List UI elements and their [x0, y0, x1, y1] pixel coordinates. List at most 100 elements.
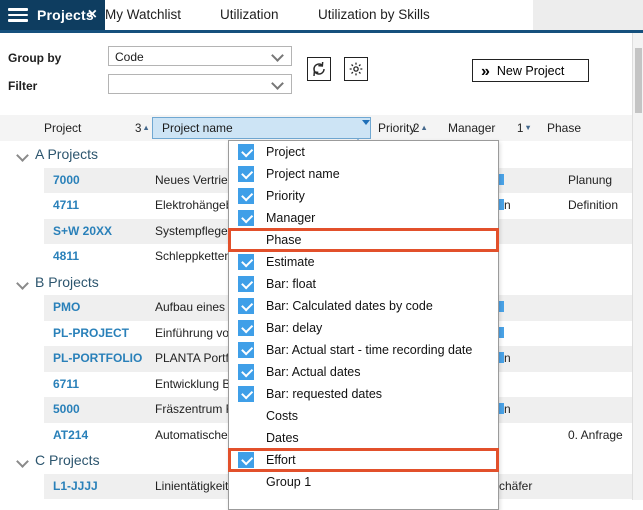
- project-name-cell: PLANTA Portfo: [155, 346, 235, 372]
- tab-utilization-by-skills[interactable]: Utilization by Skills: [318, 0, 430, 30]
- checkbox-checked-icon[interactable]: [238, 320, 254, 336]
- checkbox-checked-icon[interactable]: [238, 386, 254, 402]
- checkbox-checked-icon[interactable]: [238, 166, 254, 182]
- column-header-priority[interactable]: Priority: [378, 115, 415, 141]
- gear-icon: [348, 61, 364, 77]
- checkbox-checked-icon[interactable]: [238, 254, 254, 270]
- column-header-project[interactable]: Project: [44, 115, 81, 141]
- column-menu-item[interactable]: Bar: requested dates: [229, 383, 498, 405]
- filter-select[interactable]: [108, 74, 292, 94]
- checkbox-checked-icon[interactable]: [238, 188, 254, 204]
- column-header-phase[interactable]: Phase: [547, 115, 581, 141]
- column-menu-item-label: Project: [266, 141, 305, 163]
- tab-my-watchlist[interactable]: My Watchlist: [105, 0, 181, 30]
- column-menu-item[interactable]: Group 1: [229, 471, 498, 493]
- column-menu-item-label: Project name: [266, 163, 340, 185]
- column-header-manager[interactable]: Manager: [448, 115, 495, 141]
- checkbox-unchecked[interactable]: [238, 408, 254, 424]
- new-project-button[interactable]: »New Project: [472, 59, 589, 82]
- chevron-down-icon[interactable]: [16, 149, 29, 162]
- column-header-project-name-selected[interactable]: Project name: [152, 117, 371, 139]
- column-menu-item[interactable]: Project: [229, 141, 498, 163]
- project-name-cell: Einführung von: [155, 321, 236, 347]
- column-menu-item[interactable]: Bar: Calculated dates by code: [229, 295, 498, 317]
- column-menu-item[interactable]: Manager: [229, 207, 498, 229]
- sort-indicator-manager[interactable]: 1▼: [517, 115, 532, 142]
- close-tab-icon[interactable]: ×: [88, 0, 97, 29]
- tab-projects-label: Projects: [37, 0, 94, 30]
- project-name-cell: Fräszentrum F: [155, 397, 233, 423]
- column-menu-item[interactable]: Dates: [229, 427, 498, 449]
- tabbar-underline: [0, 30, 643, 33]
- column-menu-item[interactable]: Project name: [229, 163, 498, 185]
- double-chevron-icon: »: [481, 63, 490, 80]
- chevron-down-icon[interactable]: [16, 455, 29, 468]
- refresh-icon: [311, 61, 327, 77]
- project-code-link[interactable]: AT214: [53, 423, 88, 449]
- group-by-value: Code: [115, 50, 144, 64]
- manager-cell-fragment: [499, 321, 504, 347]
- project-code-link[interactable]: S+W 20XX: [53, 219, 112, 245]
- checkbox-unchecked[interactable]: [238, 430, 254, 446]
- column-menu-item[interactable]: Bar: delay: [229, 317, 498, 339]
- project-code-link[interactable]: 4711: [53, 193, 79, 219]
- project-name-cell: Aufbau eines P: [155, 295, 236, 321]
- project-code-link[interactable]: L1-JJJJ: [53, 474, 98, 500]
- group-by-select[interactable]: Code: [108, 46, 292, 66]
- column-menu-item[interactable]: Bar: Actual start - time recording date: [229, 339, 498, 361]
- refresh-button[interactable]: [307, 57, 331, 81]
- manager-link-fragment: [499, 352, 504, 363]
- column-menu-item[interactable]: Bar: float: [229, 273, 498, 295]
- column-menu-item-label: Dates: [266, 427, 299, 449]
- project-code-link[interactable]: PL-PROJECT: [53, 321, 129, 347]
- checkbox-checked-icon[interactable]: [238, 276, 254, 292]
- manager-link-fragment: [499, 327, 504, 338]
- manager-link-fragment: [499, 301, 504, 312]
- group-label: A Projects: [35, 142, 98, 168]
- column-menu-item[interactable]: Bar: Actual dates: [229, 361, 498, 383]
- sort-asc-icon: ▲: [142, 123, 149, 132]
- project-code-link[interactable]: 7000: [53, 168, 80, 194]
- project-code-link[interactable]: PL-PORTFOLIO: [53, 346, 142, 372]
- column-menu-item-label: Bar: float: [266, 273, 316, 295]
- column-menu-item[interactable]: Priority: [229, 185, 498, 207]
- project-code-link[interactable]: 5000: [53, 397, 80, 423]
- project-code-link[interactable]: 6711: [53, 372, 79, 398]
- manager-cell-fragment: chäfer: [499, 474, 532, 500]
- phase-cell: 0. Anfrage: [568, 423, 623, 449]
- sort-both-icon[interactable]: [354, 122, 363, 134]
- group-label: C Projects: [35, 448, 100, 474]
- checkbox-checked-icon[interactable]: [238, 298, 254, 314]
- column-menu-item-label: Manager: [266, 207, 315, 229]
- checkbox-checked-icon[interactable]: [238, 364, 254, 380]
- project-code-link[interactable]: PMO: [53, 295, 80, 321]
- column-menu-item-label: Bar: requested dates: [266, 383, 382, 405]
- checkbox-unchecked[interactable]: [238, 232, 254, 248]
- project-code-link[interactable]: 4811: [53, 244, 79, 270]
- chevron-down-icon[interactable]: [16, 277, 29, 290]
- tab-utilization[interactable]: Utilization: [220, 0, 279, 30]
- sort-asc-icon: ▲: [420, 123, 427, 132]
- vertical-scrollbar[interactable]: [632, 33, 643, 500]
- manager-cell-fragment: n: [499, 346, 511, 372]
- hamburger-menu-icon[interactable]: [8, 8, 28, 22]
- checkbox-unchecked[interactable]: [238, 474, 254, 490]
- checkbox-checked-icon[interactable]: [238, 210, 254, 226]
- settings-button[interactable]: [344, 57, 368, 81]
- sort-indicator-project[interactable]: 3▲: [135, 115, 150, 142]
- column-menu-item-label: Estimate: [266, 251, 315, 273]
- checkbox-checked-icon[interactable]: [238, 452, 254, 468]
- column-menu-item[interactable]: Effort: [229, 449, 498, 471]
- column-menu-item[interactable]: Estimate: [229, 251, 498, 273]
- scrollbar-thumb[interactable]: [635, 48, 642, 113]
- tab-projects-active[interactable]: Projects ×: [0, 0, 105, 30]
- manager-link-fragment: [499, 403, 504, 414]
- column-chooser-menu: Project Project name Priority Manager Ph…: [228, 140, 499, 510]
- manager-cell-fragment: n: [499, 193, 511, 219]
- column-menu-item[interactable]: Costs: [229, 405, 498, 427]
- column-menu-item[interactable]: Phase: [229, 229, 498, 251]
- checkbox-checked-icon[interactable]: [238, 144, 254, 160]
- checkbox-checked-icon[interactable]: [238, 342, 254, 358]
- column-menu-item-label: Bar: Calculated dates by code: [266, 295, 433, 317]
- sort-indicator-priority[interactable]: 2▲: [413, 115, 428, 142]
